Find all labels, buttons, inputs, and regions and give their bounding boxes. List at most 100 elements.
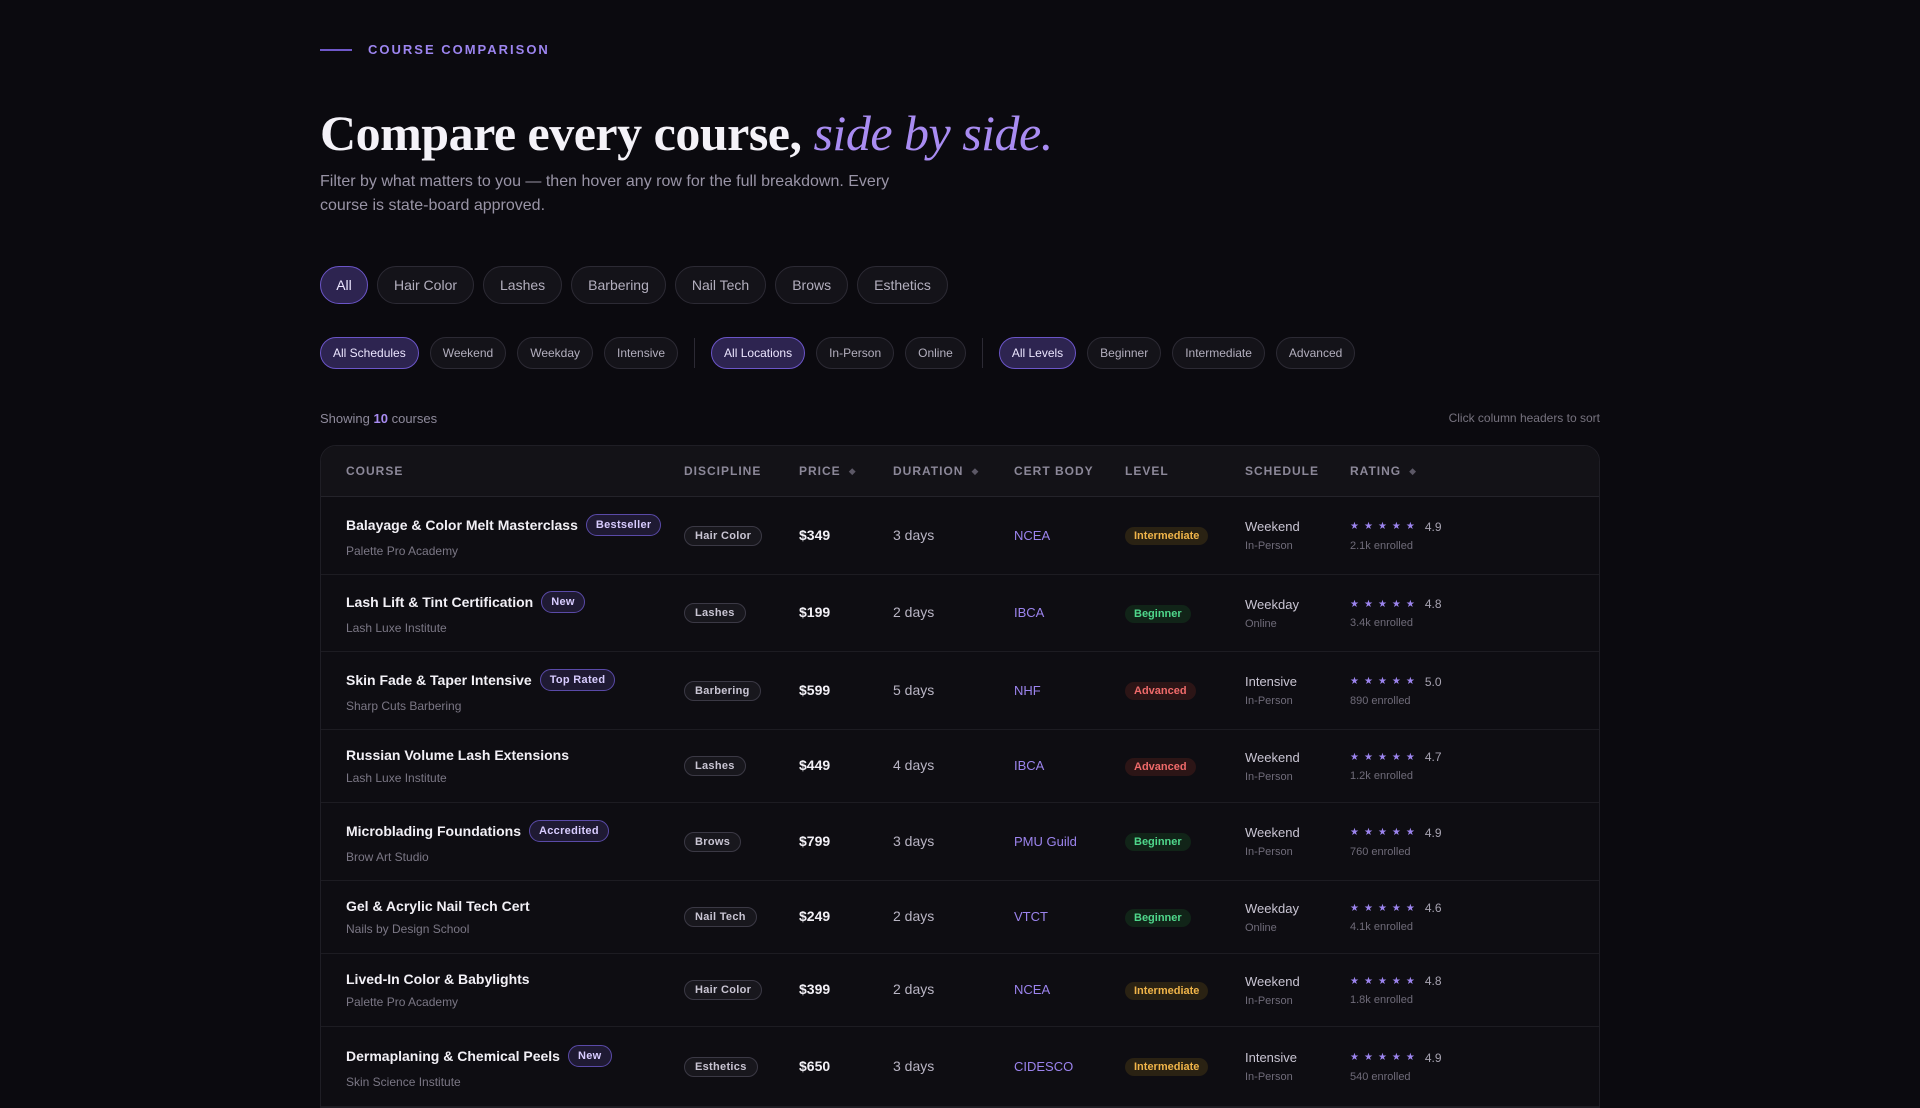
schedule-filter-group: All Schedules Weekend Weekday Intensive bbox=[320, 337, 679, 369]
results-count: Showing 10 courses bbox=[320, 411, 437, 426]
column-header-rating[interactable]: RATING ◆ bbox=[1350, 464, 1599, 478]
enrolled-count: 1.8k enrolled bbox=[1350, 994, 1413, 1006]
discipline-cell: Esthetics bbox=[684, 1056, 799, 1077]
discipline-pill-brows[interactable]: Brows bbox=[775, 266, 849, 304]
schedule-type: Weekend bbox=[1245, 973, 1300, 989]
course-name[interactable]: Balayage & Color Melt Masterclass bbox=[346, 517, 578, 533]
level-badge: Intermediate bbox=[1125, 527, 1209, 545]
discipline-cell: Barbering bbox=[684, 680, 799, 701]
discipline-pill-barbering[interactable]: Barbering bbox=[571, 266, 666, 304]
course-name[interactable]: Gel & Acrylic Nail Tech Cert bbox=[346, 898, 530, 914]
star-icon: ★ bbox=[1377, 598, 1387, 610]
schedule-filter-all-schedules[interactable]: All Schedules bbox=[320, 337, 419, 369]
sort-icon[interactable]: ◆ bbox=[849, 466, 857, 477]
column-header-level[interactable]: LEVEL bbox=[1125, 464, 1245, 478]
star-icon: ★ bbox=[1405, 902, 1415, 914]
star-icon: ★ bbox=[1405, 975, 1415, 987]
cert-cell: VTCT bbox=[1014, 908, 1125, 926]
enrolled-count: 1.2k enrolled bbox=[1350, 770, 1413, 782]
location-filter-all-locations[interactable]: All Locations bbox=[711, 337, 806, 369]
filter-divider bbox=[981, 338, 983, 368]
column-header-course[interactable]: COURSE bbox=[321, 464, 684, 478]
price-cell: $199 bbox=[799, 604, 893, 622]
table-row[interactable]: Dermaplaning & Chemical Peels New Skin Sci… bbox=[321, 1027, 1599, 1107]
location-type: In-Person bbox=[1245, 770, 1293, 783]
discipline-pill-nail-tech[interactable]: Nail Tech bbox=[674, 266, 767, 304]
rating-value: 4.9 bbox=[1424, 519, 1442, 534]
location-filter-online[interactable]: Online bbox=[905, 337, 966, 369]
course-name[interactable]: Lived-In Color & Babylights bbox=[346, 971, 530, 987]
course-cell: Gel & Acrylic Nail Tech Cert Nails by Des… bbox=[321, 898, 684, 936]
column-header-schedule[interactable]: SCHEDULE bbox=[1245, 464, 1350, 478]
location-filter-in-person[interactable]: In-Person bbox=[816, 337, 895, 369]
table-row[interactable]: Skin Fade & Taper Intensive Top Rated Shar… bbox=[321, 652, 1599, 730]
results-suffix: courses bbox=[391, 411, 438, 426]
location-type: In-Person bbox=[1245, 994, 1293, 1007]
column-header-cert-body[interactable]: CERT BODY bbox=[1014, 464, 1125, 478]
table-row[interactable]: Microblading Foundations Accredited Brow A… bbox=[321, 803, 1599, 881]
location-type: Online bbox=[1245, 617, 1277, 630]
sort-icon[interactable]: ◆ bbox=[971, 466, 979, 477]
table-row[interactable]: Lived-In Color & Babylights Palette Pro A… bbox=[321, 954, 1599, 1027]
level-filter-beginner[interactable]: Beginner bbox=[1087, 337, 1162, 369]
discipline-pill-lashes[interactable]: Lashes bbox=[483, 266, 563, 304]
table-row[interactable]: Russian Volume Lash Extensions Lash Luxe … bbox=[321, 730, 1599, 803]
column-header-label: COURSE bbox=[346, 464, 404, 478]
level-filter-all-levels[interactable]: All Levels bbox=[998, 337, 1077, 369]
cert-body: IBCA bbox=[1014, 758, 1045, 773]
rating-cell: ★ ★ ★ ★ ★ 4.7 1.2k enrolled bbox=[1350, 750, 1599, 782]
course-price: $599 bbox=[799, 681, 831, 698]
duration-cell: 3 days bbox=[893, 1058, 1014, 1076]
discipline-tag: Hair Color bbox=[684, 980, 763, 1000]
course-price: $650 bbox=[799, 1057, 831, 1074]
table-row[interactable]: Gel & Acrylic Nail Tech Cert Nails by Des… bbox=[321, 881, 1599, 954]
schedule-filter-weekday[interactable]: Weekday bbox=[517, 337, 594, 369]
rating-value: 5.0 bbox=[1424, 674, 1442, 689]
column-header-discipline[interactable]: DISCIPLINE bbox=[684, 464, 799, 478]
star-icon: ★ bbox=[1350, 598, 1359, 610]
course-name[interactable]: Skin Fade & Taper Intensive bbox=[346, 672, 532, 688]
discipline-pill-esthetics[interactable]: Esthetics bbox=[857, 266, 948, 304]
schedule-type: Weekend bbox=[1245, 825, 1300, 840]
rating-cell: ★ ★ ★ ★ ★ 5.0 890 enrolled bbox=[1350, 675, 1599, 707]
table-row[interactable]: Lash Lift & Tint Certification New Lash Lu… bbox=[321, 575, 1599, 652]
course-badge: Bestseller bbox=[585, 513, 662, 536]
sort-icon[interactable]: ◆ bbox=[1409, 466, 1417, 477]
table-row[interactable]: Balayage & Color Melt Masterclass Bestsel… bbox=[321, 497, 1599, 575]
course-school: Sharp Cuts Barbering bbox=[346, 698, 462, 713]
level-cell: Intermediate bbox=[1125, 981, 1245, 1000]
schedule-type: Weekday bbox=[1245, 900, 1299, 916]
column-header-price[interactable]: PRICE ◆ bbox=[799, 464, 893, 478]
schedule-cell: Weekend In-Person bbox=[1245, 519, 1350, 552]
duration-cell: 4 days bbox=[893, 757, 1014, 775]
duration-cell: 3 days bbox=[893, 527, 1014, 545]
level-badge: Beginner bbox=[1125, 604, 1191, 623]
course-name[interactable]: Dermaplaning & Chemical Peels bbox=[346, 1048, 560, 1064]
discipline-tag: Lashes bbox=[684, 756, 746, 776]
table-header: COURSE DISCIPLINE PRICE ◆ DURATION ◆ CERT … bbox=[321, 446, 1599, 497]
discipline-pill-hair-color[interactable]: Hair Color bbox=[377, 266, 475, 304]
course-school: Palette Pro Academy bbox=[346, 543, 459, 558]
star-icon: ★ bbox=[1377, 751, 1387, 763]
star-icon: ★ bbox=[1363, 975, 1373, 987]
schedule-filter-weekend[interactable]: Weekend bbox=[429, 337, 507, 369]
enrolled-count: 4.1k enrolled bbox=[1350, 921, 1413, 933]
cert-cell: CIDESCO bbox=[1014, 1058, 1125, 1076]
star-icon: ★ bbox=[1391, 751, 1401, 763]
star-icon: ★ bbox=[1363, 827, 1373, 838]
level-filter-intermediate[interactable]: Intermediate bbox=[1172, 337, 1265, 369]
star-icon: ★ bbox=[1391, 902, 1401, 914]
schedule-filter-intensive[interactable]: Intensive bbox=[604, 337, 679, 369]
star-icon: ★ bbox=[1391, 598, 1401, 610]
level-filter-advanced[interactable]: Advanced bbox=[1275, 337, 1356, 369]
discipline-pill-all[interactable]: All bbox=[320, 266, 368, 304]
level-cell: Beginner bbox=[1125, 908, 1245, 927]
course-duration: 4 days bbox=[893, 757, 935, 773]
course-name[interactable]: Lash Lift & Tint Certification bbox=[346, 594, 533, 610]
star-icon: ★ bbox=[1405, 751, 1415, 763]
column-header-duration[interactable]: DURATION ◆ bbox=[893, 464, 1014, 478]
course-cell: Skin Fade & Taper Intensive Top Rated Shar… bbox=[321, 668, 684, 713]
course-cell: Russian Volume Lash Extensions Lash Luxe … bbox=[321, 747, 684, 785]
course-name[interactable]: Russian Volume Lash Extensions bbox=[346, 747, 569, 763]
course-name[interactable]: Microblading Foundations bbox=[346, 823, 521, 839]
